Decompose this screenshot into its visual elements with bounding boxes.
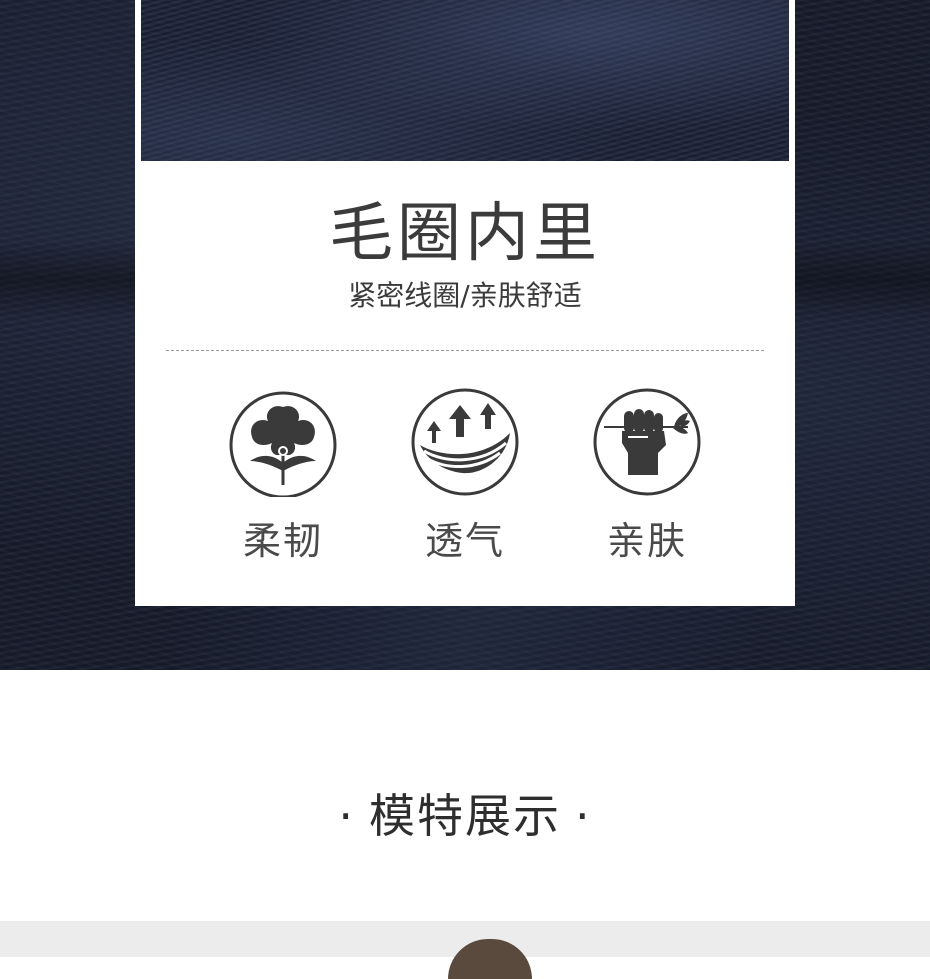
breathable-arrows-icon: [410, 387, 520, 497]
feature-label: 透气: [424, 519, 505, 563]
fabric-closeup-photo: [141, 0, 789, 161]
feature-soft: 柔韧: [218, 387, 348, 577]
cotton-flower-icon: [228, 387, 338, 497]
fabric-feature-card: 毛圈内里 紧密线圈/亲肤舒适 柔韧 透气 亲肤: [135, 0, 795, 606]
heading-dot-left: ·: [338, 789, 355, 843]
model-photo: [0, 921, 930, 979]
model-head: [448, 939, 532, 979]
card-title: 毛圈内里: [329, 197, 601, 271]
heading-dot-right: ·: [575, 789, 592, 843]
card-subtitle: 紧密线圈/亲肤舒适: [348, 279, 582, 312]
section-title: 模特展示: [369, 789, 561, 843]
hand-leaf-icon: [592, 387, 702, 497]
model-showcase-heading: · 模特展示 ·: [0, 784, 930, 848]
dashed-divider: [166, 350, 764, 351]
feature-breathable: 透气: [400, 387, 530, 577]
feature-label: 亲肤: [606, 519, 687, 563]
feature-skin-friendly: 亲肤: [582, 387, 712, 577]
feature-label: 柔韧: [242, 519, 323, 563]
